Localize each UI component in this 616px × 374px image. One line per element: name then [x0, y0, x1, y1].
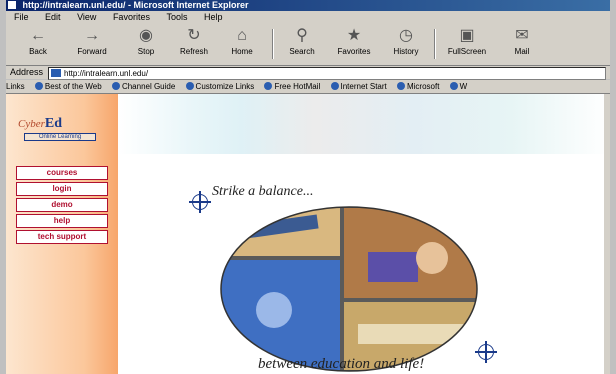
forward-button[interactable]: → Forward — [70, 25, 114, 63]
ie-icon — [8, 1, 16, 9]
search-icon: ⚲ — [296, 27, 308, 44]
stop-button[interactable]: ◉ Stop — [124, 25, 168, 63]
links-label: Links — [6, 82, 25, 91]
link-best-of-web[interactable]: Best of the Web — [34, 82, 102, 91]
nav-login[interactable]: login — [16, 182, 108, 196]
ie-link-icon — [449, 82, 458, 90]
link-channel-guide[interactable]: Channel Guide — [111, 82, 175, 91]
home-icon: ⌂ — [237, 27, 247, 44]
mail-button[interactable]: ✉ Mail — [500, 25, 544, 63]
menu-view[interactable]: View — [77, 12, 96, 22]
tagline-bottom: between education and life! — [258, 356, 425, 372]
menu-favorites[interactable]: Favorites — [113, 12, 150, 22]
menu-file[interactable]: File — [14, 12, 29, 22]
ie-link-icon — [264, 82, 273, 90]
ie-link-icon — [396, 82, 405, 90]
toolbar: ← Back → Forward ◉ Stop ↻ Refresh ⌂ Home ⚲ Sea… — [6, 23, 610, 66]
page-content: CyberEd Online Learning courses login de… — [6, 94, 610, 374]
forward-arrow-icon: → — [84, 27, 100, 44]
toolbar-separator — [434, 29, 436, 59]
left-sidebar: CyberEd Online Learning courses login de… — [6, 94, 118, 374]
ie-link-icon — [185, 82, 194, 90]
back-arrow-icon: ← — [30, 27, 46, 44]
refresh-button[interactable]: ↻ Refresh — [172, 25, 216, 63]
page-icon — [51, 69, 61, 77]
menu-bar: File Edit View Favorites Tools Help — [6, 11, 610, 23]
links-bar: Links Best of the Web Channel Guide Cust… — [6, 80, 610, 94]
nav-tech-support[interactable]: tech support — [16, 230, 108, 244]
tagline-top: Strike a balance... — [212, 184, 314, 199]
link-w[interactable]: W — [449, 82, 467, 91]
address-label: Address — [10, 67, 44, 77]
favorites-icon: ★ — [346, 27, 362, 44]
window-title-bar: http://intralearn.unl.edu/ - Microsoft I… — [6, 0, 610, 11]
stop-icon: ◉ — [139, 27, 153, 44]
menu-edit[interactable]: Edit — [45, 12, 61, 22]
nav-help[interactable]: help — [16, 214, 108, 228]
history-button[interactable]: ◷ History — [384, 25, 428, 63]
search-button[interactable]: ⚲ Search — [280, 25, 324, 63]
toolbar-separator — [272, 29, 274, 59]
crosshair-icon — [475, 341, 497, 363]
mail-icon: ✉ — [515, 27, 529, 44]
crosshair-icon — [189, 191, 211, 213]
fullscreen-button[interactable]: ▣ FullScreen — [442, 25, 492, 63]
nav-courses[interactable]: courses — [16, 166, 108, 180]
link-internet-start[interactable]: Internet Start — [330, 82, 387, 91]
address-input[interactable]: http://intralearn.unl.edu/ — [48, 67, 606, 80]
ie-link-icon — [34, 82, 43, 90]
window-title: http://intralearn.unl.edu/ - Microsoft I… — [22, 0, 249, 10]
history-icon: ◷ — [399, 27, 413, 44]
address-bar: Address http://intralearn.unl.edu/ — [6, 66, 610, 80]
refresh-icon: ↻ — [187, 27, 201, 44]
header-banner — [118, 94, 610, 154]
link-free-hotmail[interactable]: Free HotMail — [264, 82, 320, 91]
home-button[interactable]: ⌂ Home — [220, 25, 264, 63]
fullscreen-icon: ▣ — [459, 27, 475, 44]
vertical-scrollbar[interactable] — [604, 94, 610, 374]
link-microsoft[interactable]: Microsoft — [396, 82, 439, 91]
menu-help[interactable]: Help — [204, 12, 223, 22]
collage-graphic — [220, 206, 478, 372]
favorites-button[interactable]: ★ Favorites — [332, 25, 376, 63]
nav-demo[interactable]: demo — [16, 198, 108, 212]
ie-link-icon — [330, 82, 339, 90]
back-button[interactable]: ← Back — [16, 25, 60, 63]
ie-link-icon — [111, 82, 120, 90]
cybered-logo[interactable]: CyberEd Online Learning — [18, 114, 104, 144]
menu-tools[interactable]: Tools — [166, 12, 187, 22]
link-customize-links[interactable]: Customize Links — [185, 82, 254, 91]
